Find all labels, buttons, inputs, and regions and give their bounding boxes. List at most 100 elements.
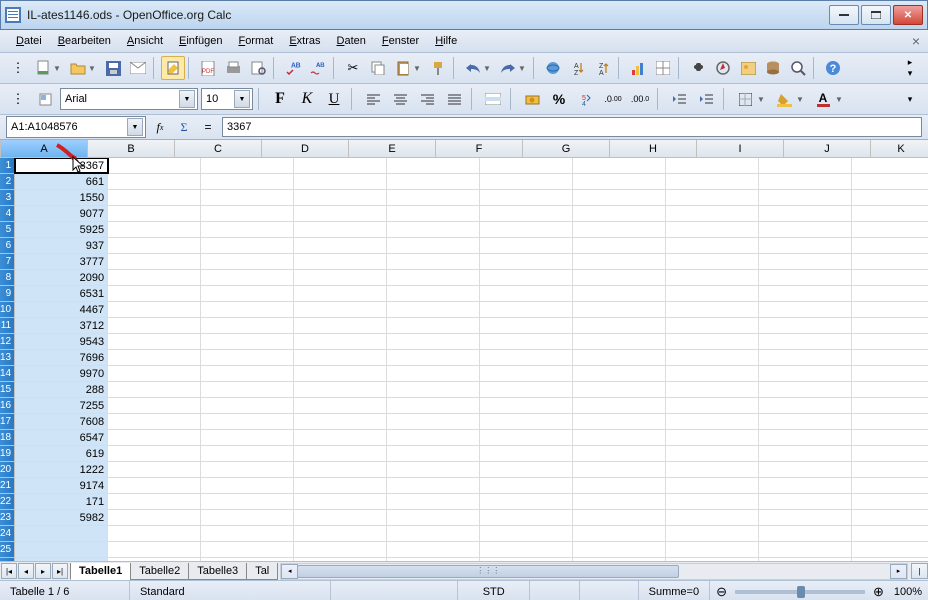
cell[interactable]: 6547 [15, 430, 108, 445]
cell[interactable]: 5925 [15, 222, 108, 237]
cell[interactable] [201, 350, 294, 365]
print-button[interactable] [221, 56, 245, 80]
cell[interactable] [294, 366, 387, 381]
cell[interactable] [759, 238, 852, 253]
merge-cells-button[interactable] [481, 87, 505, 111]
chart-button[interactable] [626, 56, 650, 80]
cell[interactable] [480, 446, 573, 461]
cell[interactable] [666, 414, 759, 429]
cell[interactable]: 3367 [15, 158, 108, 173]
cell[interactable] [480, 302, 573, 317]
scroll-right-button[interactable]: ▸ [890, 564, 907, 579]
sort-asc-button[interactable]: AZ [566, 56, 590, 80]
cell[interactable] [387, 398, 480, 413]
cell[interactable] [294, 430, 387, 445]
cell[interactable] [759, 302, 852, 317]
cells-area[interactable]: 3367661155090775925937377720906531446737… [15, 158, 928, 561]
cell[interactable] [294, 334, 387, 349]
next-sheet-button[interactable]: ▸ [35, 563, 51, 579]
toolbar-more-icon[interactable]: ▸▾ [898, 56, 922, 80]
cell[interactable] [666, 350, 759, 365]
column-header[interactable]: F [436, 140, 523, 157]
last-sheet-button[interactable]: ▸| [52, 563, 68, 579]
zoom-knob[interactable] [797, 586, 805, 598]
cell[interactable] [852, 366, 928, 381]
cell[interactable] [852, 254, 928, 269]
cell[interactable] [573, 302, 666, 317]
row-header[interactable]: 13 [0, 350, 15, 366]
dropdown-arrow-icon[interactable]: ▼ [127, 118, 143, 136]
cell[interactable] [480, 398, 573, 413]
sheet-tab[interactable]: Tal [246, 563, 278, 580]
cell[interactable] [480, 462, 573, 477]
cell[interactable] [387, 542, 480, 557]
cell[interactable] [666, 558, 759, 561]
cell[interactable] [759, 446, 852, 461]
cell[interactable] [759, 206, 852, 221]
new-button[interactable] [31, 56, 55, 80]
column-header[interactable]: J [784, 140, 871, 157]
cell[interactable] [294, 398, 387, 413]
cell[interactable] [480, 318, 573, 333]
cell[interactable] [852, 270, 928, 285]
cell[interactable] [573, 190, 666, 205]
cell[interactable]: 1222 [15, 462, 108, 477]
cell[interactable] [108, 526, 201, 541]
cell[interactable] [573, 334, 666, 349]
column-header[interactable]: K [871, 140, 928, 157]
cell[interactable] [387, 270, 480, 285]
cell[interactable] [480, 286, 573, 301]
cell[interactable] [759, 510, 852, 525]
dropdown-arrow-icon[interactable]: ▼ [413, 64, 425, 73]
cell[interactable] [852, 542, 928, 557]
styles-button[interactable] [33, 87, 57, 111]
cell[interactable] [108, 478, 201, 493]
cell[interactable] [201, 238, 294, 253]
cell[interactable] [108, 222, 201, 237]
menu-einfügen[interactable]: Einfügen [171, 33, 230, 49]
cell[interactable]: 7255 [15, 398, 108, 413]
cell[interactable] [573, 510, 666, 525]
cell[interactable] [666, 510, 759, 525]
cell[interactable] [387, 430, 480, 445]
cell[interactable] [387, 382, 480, 397]
sort-desc-button[interactable]: ZA [591, 56, 615, 80]
menu-datei[interactable]: Datei [8, 33, 50, 49]
cell[interactable] [108, 286, 201, 301]
cell[interactable] [480, 366, 573, 381]
cell[interactable] [759, 558, 852, 561]
row-header[interactable]: 1 [0, 158, 15, 174]
cell[interactable] [15, 526, 108, 541]
cell[interactable] [480, 382, 573, 397]
cell[interactable] [480, 510, 573, 525]
cell[interactable] [201, 302, 294, 317]
gallery-button[interactable] [736, 56, 760, 80]
cell[interactable] [294, 190, 387, 205]
column-header[interactable]: H [610, 140, 697, 157]
align-left-button[interactable] [361, 87, 385, 111]
cell[interactable] [294, 558, 387, 561]
cell[interactable] [387, 206, 480, 221]
cell[interactable] [852, 206, 928, 221]
cell[interactable] [201, 462, 294, 477]
menu-daten[interactable]: Daten [329, 33, 374, 49]
cell[interactable] [666, 430, 759, 445]
cell[interactable] [480, 478, 573, 493]
column-header[interactable]: D [262, 140, 349, 157]
cell[interactable] [666, 462, 759, 477]
cell[interactable] [666, 478, 759, 493]
cell[interactable] [108, 190, 201, 205]
name-box[interactable]: A1:A1048576▼ [6, 116, 146, 138]
cell[interactable] [201, 190, 294, 205]
cell[interactable] [759, 414, 852, 429]
cell[interactable] [666, 270, 759, 285]
add-decimal-button[interactable]: .0.00 [601, 87, 625, 111]
cut-button[interactable]: ✂ [341, 56, 365, 80]
cell[interactable] [294, 174, 387, 189]
cell[interactable] [573, 526, 666, 541]
cell[interactable] [387, 158, 480, 173]
cell[interactable] [387, 254, 480, 269]
column-header[interactable]: I [697, 140, 784, 157]
cell[interactable] [573, 254, 666, 269]
cell[interactable] [108, 174, 201, 189]
